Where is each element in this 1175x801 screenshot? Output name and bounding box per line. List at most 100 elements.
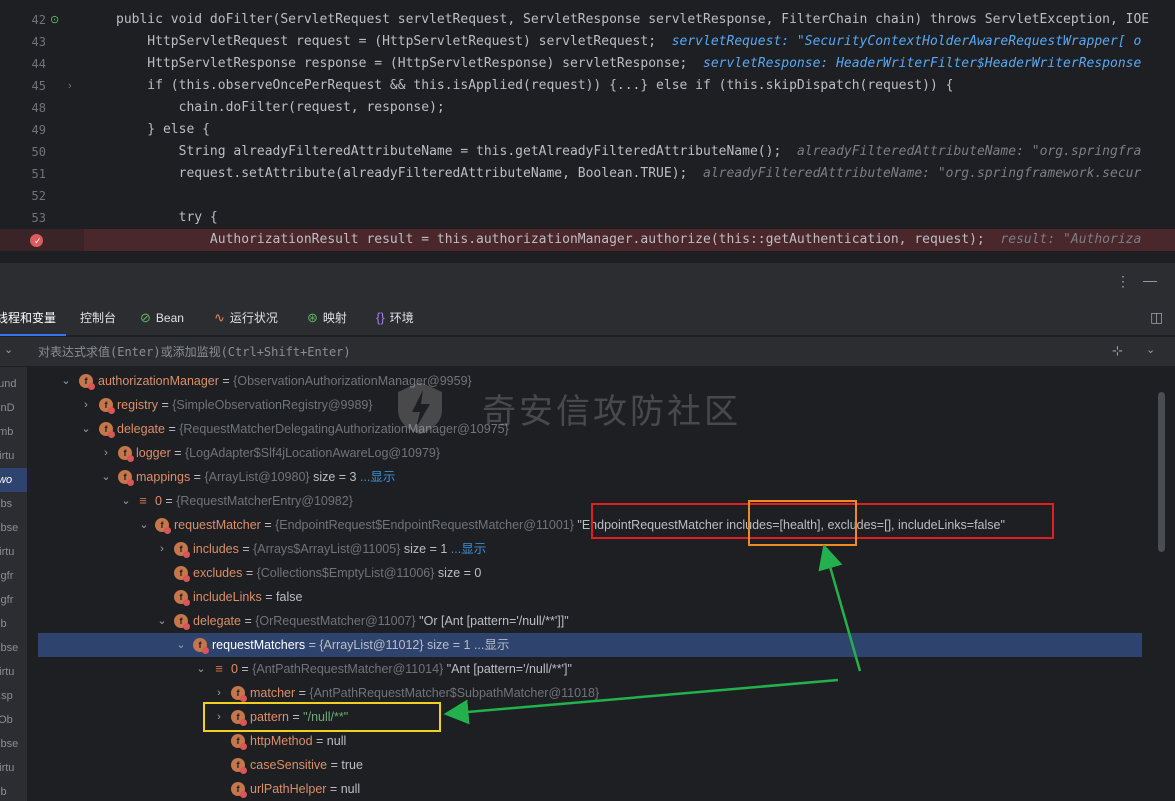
tab-mappings[interactable]: ⊛ 映射: [297, 300, 357, 336]
tree-row[interactable]: ⌄ ≡ 0 = {RequestMatcherEntry@10982}: [28, 489, 1158, 513]
field-icon: f: [193, 638, 209, 654]
more-options-icon[interactable]: ⋮: [1116, 273, 1130, 290]
tree-row[interactable]: f excludes = {Collections$EmptyList@1100…: [28, 561, 1158, 585]
code-line-49[interactable]: 49 } else {: [0, 119, 1175, 141]
tree-row[interactable]: ⌄ f authorizationManager = {ObservationA…: [28, 369, 1158, 393]
code-line-42[interactable]: 42 ⊙ public void doFilter(ServletRequest…: [0, 9, 1175, 31]
frame-item[interactable]: Virtu: [0, 756, 27, 780]
tree-row[interactable]: › f logger = {LogAdapter$Slf4jLocationAw…: [28, 441, 1158, 465]
tab-console[interactable]: 控制台: [70, 300, 126, 336]
chevron-right-icon[interactable]: ›: [213, 681, 225, 705]
breakpoint-check-icon: ✓: [34, 236, 42, 246]
chevron-down-icon[interactable]: ⌄: [60, 369, 72, 393]
code-text: chain.doFilter(request, response);: [116, 100, 445, 115]
tree-row[interactable]: ⌄ f delegate = {RequestMatcherDelegating…: [28, 417, 1158, 441]
chevron-down-icon[interactable]: ⌄: [195, 657, 207, 681]
tree-row[interactable]: ⌄ ≡ 0 = {AntPathRequestMatcher@11014} "A…: [28, 657, 1158, 681]
chevron-down-icon[interactable]: ⌄: [100, 465, 112, 489]
tab-health[interactable]: ∿ 运行状况: [204, 300, 288, 336]
frame-item[interactable]: Virtu: [0, 540, 27, 564]
inline-value-hint: alreadyFilteredAttributeName: "org.sprin…: [703, 166, 1142, 181]
inline-value-hint: result: "Authoriza: [1000, 232, 1142, 247]
frame-item[interactable]: Ob: [0, 780, 27, 801]
tree-row[interactable]: f urlPathHelper = null: [28, 777, 1158, 801]
frame-item[interactable]: ingfr: [0, 564, 27, 588]
code-line-breakpoint[interactable]: ✓ AuthorizationResult result = this.auth…: [0, 229, 1175, 251]
chevron-down-icon[interactable]: ⌄: [80, 417, 92, 441]
chevron-right-icon[interactable]: ›: [156, 537, 168, 561]
add-watch-icon[interactable]: ⊹: [1112, 343, 1123, 359]
chevron-right-icon[interactable]: ›: [100, 441, 112, 465]
chevron-down-icon[interactable]: ⌄: [138, 513, 150, 537]
frame-item[interactable]: Ob: [0, 612, 27, 636]
tree-row[interactable]: ⌄ f requestMatcher = {EndpointRequest$En…: [28, 513, 1158, 537]
expand-history-icon[interactable]: ⌄: [1146, 343, 1155, 356]
tree-row-selected[interactable]: ⌄ f requestMatchers = {ArrayList@11012} …: [38, 633, 1142, 657]
tab-threads-variables[interactable]: 线程和变量: [0, 300, 67, 336]
frame-item[interactable]: Obse: [0, 636, 27, 660]
tree-row[interactable]: › f pattern = "/null/**": [28, 705, 1158, 729]
code-line-45[interactable]: 45 › if (this.observeOncePerRequest && t…: [0, 75, 1175, 97]
tree-row[interactable]: ⌄ f mappings = {ArrayList@10980} size = …: [28, 465, 1158, 489]
frame-item[interactable]: Virtu: [0, 660, 27, 684]
frame-item[interactable]: ingfr: [0, 588, 27, 612]
tree-row[interactable]: ⌄ f delegate = {OrRequestMatcher@11007} …: [28, 609, 1158, 633]
code-line-43[interactable]: 43 HttpServletRequest request = (HttpSer…: [0, 31, 1175, 53]
line-number: 53: [31, 211, 46, 225]
code-line-51[interactable]: 51 request.setAttribute(alreadyFilteredA…: [0, 163, 1175, 185]
inline-value-hint: alreadyFilteredAttributeName: "org.sprin…: [796, 144, 1142, 159]
tree-row[interactable]: f caseSensitive = true: [28, 753, 1158, 777]
collapse-frames-icon[interactable]: ⌄: [4, 343, 13, 356]
minimize-icon[interactable]: —: [1143, 272, 1157, 288]
evaluate-bar: ⌄ ⊹ ⌄: [0, 337, 1175, 367]
frame-item[interactable]: $Ob: [0, 708, 27, 732]
code-line-53[interactable]: 53 try {: [0, 207, 1175, 229]
chevron-right-icon[interactable]: ›: [80, 393, 92, 417]
code-editor[interactable]: 42 ⊙ public void doFilter(ServletRequest…: [0, 0, 1175, 262]
frame-item[interactable]: amb: [0, 420, 27, 444]
code-line-52[interactable]: 52: [0, 185, 1175, 207]
frame-item[interactable]: Obse: [0, 516, 27, 540]
evaluate-expression-input[interactable]: [30, 337, 1090, 367]
frame-item[interactable]: ainD: [0, 396, 27, 420]
frame-item[interactable]: Obs: [0, 492, 27, 516]
field-icon: f: [174, 542, 190, 558]
field-icon: f: [231, 734, 247, 750]
show-link[interactable]: ...显示: [451, 542, 486, 556]
show-link[interactable]: ...显示: [474, 638, 509, 652]
chevron-down-icon[interactable]: ⌄: [120, 489, 132, 513]
variables-tree[interactable]: ⌄ f authorizationManager = {ObservationA…: [28, 367, 1175, 801]
field-icon: f: [118, 446, 134, 462]
tree-row[interactable]: › f registry = {SimpleObservationRegistr…: [28, 393, 1158, 417]
field-icon: f: [118, 470, 134, 486]
field-icon: f: [231, 686, 247, 702]
code-text: AuthorizationResult result = this.author…: [116, 232, 985, 247]
line-number: 48: [31, 101, 46, 115]
code-line-44[interactable]: 44 HttpServletResponse response = (HttpS…: [0, 53, 1175, 75]
tab-environment[interactable]: {} 环境: [366, 300, 424, 336]
code-text: if (this.observeOncePerRequest && this.i…: [116, 78, 954, 93]
frame-item[interactable]: g.sp: [0, 684, 27, 708]
chevron-down-icon[interactable]: ⌄: [156, 609, 168, 633]
layout-icon[interactable]: ◫: [1150, 309, 1163, 326]
vertical-scrollbar[interactable]: [1158, 392, 1165, 552]
tree-row[interactable]: f httpMethod = null: [28, 729, 1158, 753]
code-line-50[interactable]: 50 String alreadyFilteredAttributeName =…: [0, 141, 1175, 163]
tab-bean[interactable]: ⊘ Bean: [130, 300, 194, 336]
tree-row[interactable]: f includeLinks = false: [28, 585, 1158, 609]
fold-chevron-icon[interactable]: ›: [68, 75, 72, 97]
show-link[interactable]: ...显示: [360, 470, 395, 484]
chevron-down-icon[interactable]: ⌄: [175, 633, 187, 657]
frame-item[interactable]: ound: [0, 372, 27, 396]
tree-row[interactable]: › f matcher = {AntPathRequestMatcher$Sub…: [28, 681, 1158, 705]
frame-item[interactable]: Obse: [0, 732, 27, 756]
field-icon: f: [231, 758, 247, 774]
line-number: 43: [31, 35, 46, 49]
tree-row[interactable]: › f includes = {Arrays$ArrayList@11005} …: [28, 537, 1158, 561]
chevron-right-icon[interactable]: ›: [213, 705, 225, 729]
override-icon[interactable]: ⊙: [50, 13, 62, 27]
code-line-48[interactable]: 48 chain.doFilter(request, response);: [0, 97, 1175, 119]
frame-item[interactable]: Virtu: [0, 444, 27, 468]
frame-item-selected[interactable]: ewo: [0, 468, 27, 492]
field-icon: f: [79, 374, 95, 390]
